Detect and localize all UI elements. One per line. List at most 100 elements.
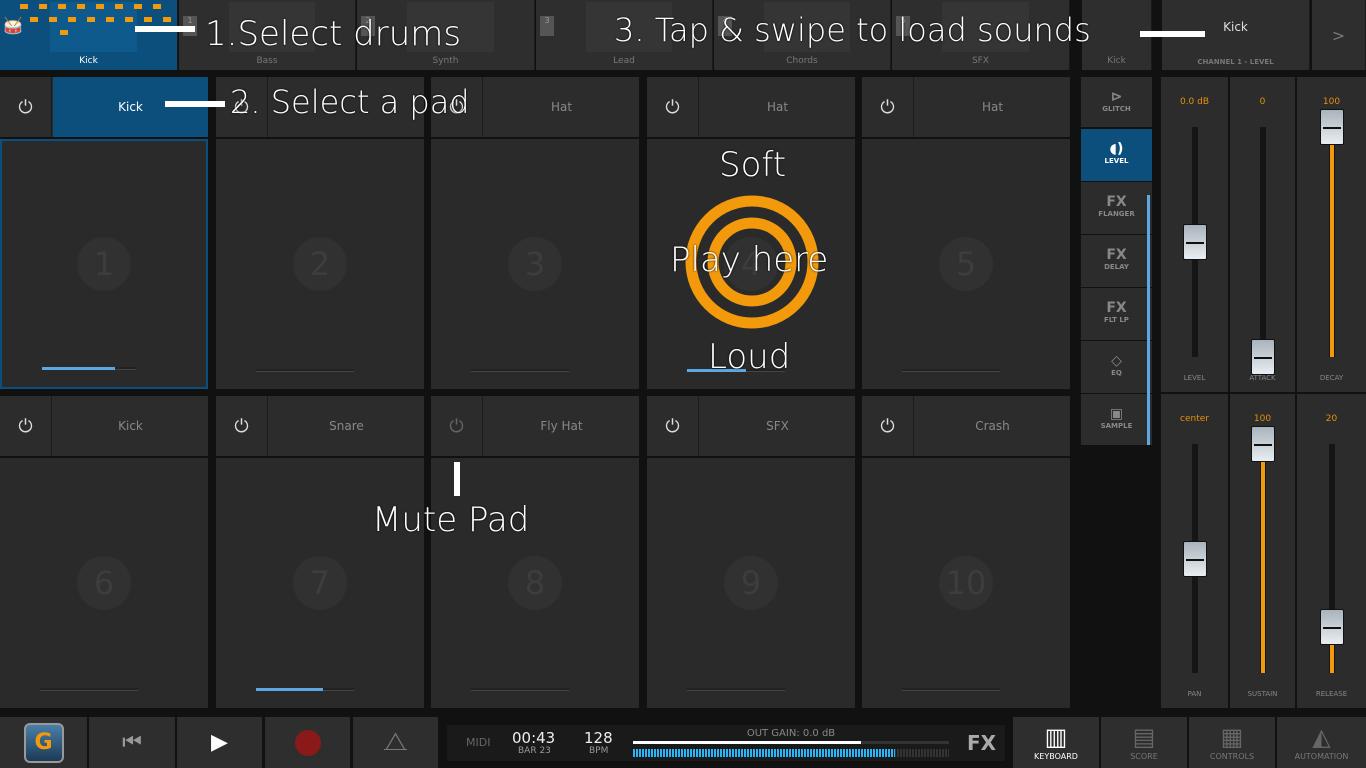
pattern-step (125, 17, 133, 22)
pad-sound-name[interactable]: SFX (700, 396, 855, 456)
pad-sound-name[interactable]: Crash (915, 396, 1070, 456)
pad-sound-name[interactable]: Snare (269, 396, 424, 456)
fader-thumb[interactable] (1182, 540, 1207, 577)
side-menu-sample[interactable]: ▣ SAMPLE (1081, 394, 1152, 445)
drum-pad-10[interactable]: 10 (862, 458, 1070, 708)
power-icon: ⏻ (665, 415, 680, 437)
drum-pad-2[interactable]: 2 (216, 139, 424, 389)
track-kick[interactable]: 🥁 Kick (0, 0, 178, 70)
drum-pad-5[interactable]: 5 (862, 139, 1070, 389)
side-scrollbar[interactable] (1147, 195, 1150, 445)
tab-keyboard[interactable]: ▥ KEYBOARD (1013, 717, 1099, 768)
fader-track[interactable] (1182, 444, 1207, 673)
track-label: SFX (971, 56, 990, 66)
tab-automation[interactable]: ◭ AUTOMATION (1277, 717, 1366, 768)
pattern-step (153, 4, 161, 9)
out-gain-slider[interactable] (633, 741, 949, 744)
pad-header: ⏻ Hat (862, 77, 1070, 137)
fader-pan: center PAN (1161, 394, 1228, 708)
play-icon: ▶ (211, 730, 228, 755)
side-menu-delay[interactable]: FX DELAY (1081, 235, 1152, 287)
fx-icon: FX (1106, 300, 1127, 316)
fader-track[interactable] (1182, 127, 1207, 357)
drum-pad-1[interactable]: 1 (0, 139, 208, 389)
fader-thumb[interactable] (1319, 109, 1344, 145)
mute-pad-button[interactable]: ⏻ (647, 77, 699, 137)
fader-thumb[interactable] (1250, 339, 1275, 375)
pattern-step (39, 4, 47, 9)
fader-thumb[interactable] (1319, 609, 1344, 646)
next-button[interactable]: > (1312, 0, 1366, 70)
side-menu-glitch[interactable]: ⊳ GLITCH (1081, 77, 1152, 127)
pad-level-meter (902, 369, 1000, 372)
side-menu-flanger[interactable]: FX FLANGER (1081, 182, 1152, 234)
mute-pad-button[interactable]: ⏻ (0, 77, 52, 137)
app-logo-button[interactable]: G (0, 717, 87, 768)
side-menu-level[interactable]: ◖) LEVEL (1081, 129, 1152, 181)
track-label: Kick (79, 56, 98, 66)
pad-header: ⏻ SFX (647, 396, 855, 456)
mute-pad-button[interactable]: ⏻ (431, 396, 483, 456)
rewind-icon: ⏮ (122, 730, 142, 755)
pad-sound-name[interactable]: Kick (53, 396, 208, 456)
fx-button[interactable]: FX (967, 731, 996, 755)
pad-sound-name[interactable]: Kick (53, 77, 208, 137)
pad-number: 9 (724, 556, 778, 610)
power-icon: ⏻ (665, 96, 680, 118)
arrow-left-icon (135, 26, 195, 32)
pad-sound-name[interactable]: Hat (484, 77, 639, 137)
track-label: Chords (786, 56, 818, 66)
output-meter (633, 749, 949, 757)
mute-pad-button[interactable]: ⏻ (216, 396, 268, 456)
fader-track[interactable] (1319, 109, 1344, 357)
mute-pad-button[interactable]: ⏻ (862, 77, 914, 137)
drum-pad-9[interactable]: 9 (647, 458, 855, 708)
pattern-step (87, 17, 95, 22)
pattern-step (60, 30, 68, 35)
fader-fill (1260, 444, 1265, 673)
side-menu-label: EQ (1111, 369, 1122, 377)
mute-pad-button[interactable]: ⏻ (647, 396, 699, 456)
drum-pad-7[interactable]: 7 (216, 458, 424, 708)
side-menu-label: LEVEL (1104, 157, 1129, 165)
fader-thumb[interactable] (1250, 426, 1275, 462)
pad-sound-name[interactable]: Fly Hat (484, 396, 639, 456)
drum-pad-8[interactable]: 8 (431, 458, 639, 708)
fader-value: 20 (1325, 414, 1338, 424)
pattern-step (163, 17, 171, 22)
pad-number: 1 (77, 237, 131, 291)
automation-icon: ◭ (1312, 722, 1331, 751)
mute-pad-button[interactable]: ⏻ (862, 396, 914, 456)
fader-value: 0 (1259, 97, 1266, 107)
pad-sound-name[interactable]: Hat (915, 77, 1070, 137)
fader-thumb[interactable] (1182, 224, 1207, 260)
fx-icon: FX (1106, 194, 1127, 210)
tab-controls[interactable]: ▦ CONTROLS (1189, 717, 1275, 768)
metronome-button[interactable]: ⧍ (353, 717, 438, 768)
fader-release: 20 RELEASE (1297, 394, 1366, 708)
mute-pad-button[interactable]: ⏻ (0, 396, 52, 456)
side-menu-label: FLANGER (1098, 210, 1135, 218)
pad-level-meter (42, 367, 136, 370)
rewind-button[interactable]: ⏮ (89, 717, 175, 768)
side-menu-label: FLT LP (1104, 316, 1129, 324)
fader-track[interactable] (1250, 127, 1275, 375)
fader-track[interactable] (1319, 444, 1344, 673)
side-menu-flt-lp[interactable]: FX FLT LP (1081, 288, 1152, 340)
pattern-step (144, 17, 152, 22)
play-button[interactable]: ▶ (177, 717, 262, 768)
pad-level-meter (40, 688, 138, 691)
tab-score[interactable]: ▤ SCORE (1101, 717, 1187, 768)
fader-label: PAN (1187, 690, 1202, 698)
pattern-step (77, 4, 85, 9)
fader-value: 100 (1322, 97, 1341, 107)
power-icon: ⏻ (18, 96, 33, 118)
side-menu-eq[interactable]: ◇ EQ (1081, 341, 1152, 393)
drum-pad-3[interactable]: 3 (431, 139, 639, 389)
pad-sound-name[interactable]: Hat (700, 77, 855, 137)
record-button[interactable] (265, 717, 350, 768)
drum-pad-6[interactable]: 6 (0, 458, 208, 708)
pad-number: 3 (508, 237, 562, 291)
fader-track[interactable] (1250, 426, 1275, 673)
arrow-up-icon (454, 462, 460, 496)
